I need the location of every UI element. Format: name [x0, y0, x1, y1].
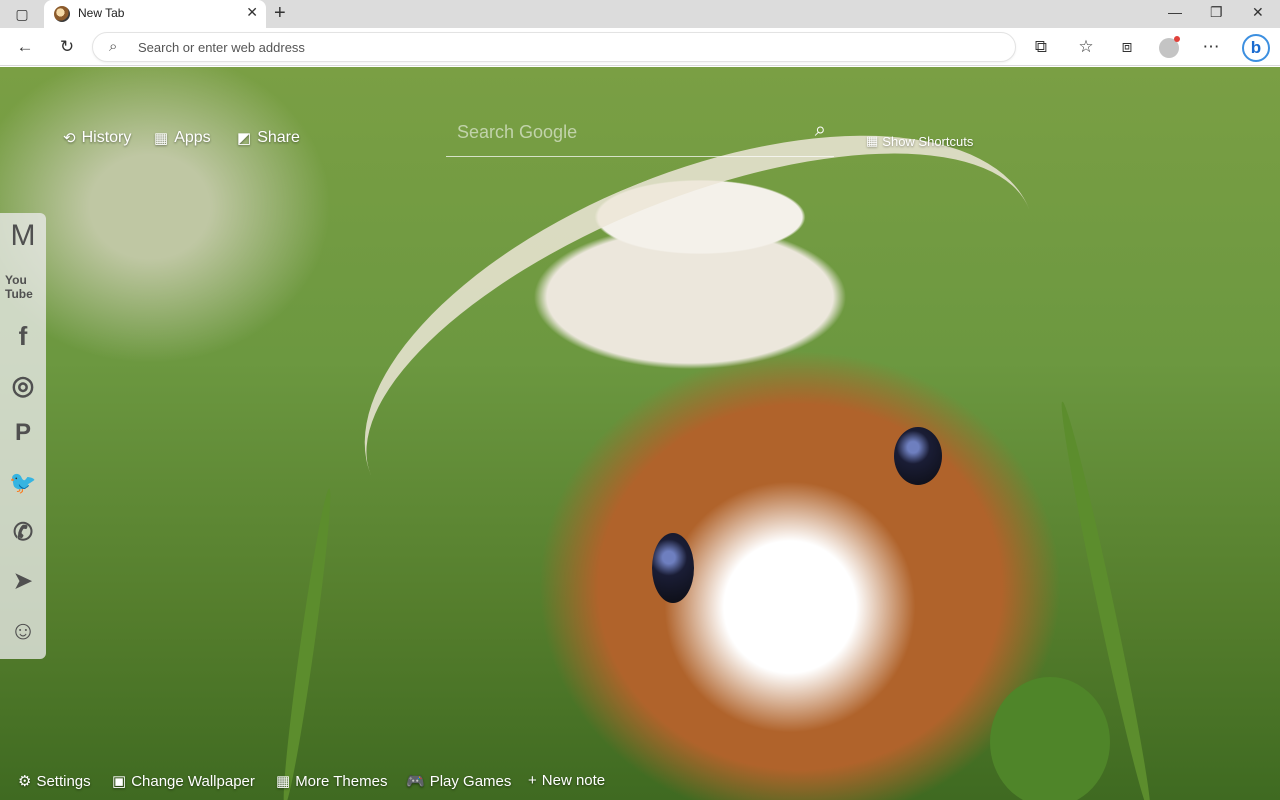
more-themes-label: More Themes: [295, 772, 388, 790]
collections-icon[interactable]: ⧈: [1116, 36, 1138, 58]
apps-grid-icon: ▦: [154, 130, 169, 147]
plus-icon: +: [528, 772, 537, 789]
telegram-icon[interactable]: ➤: [5, 563, 41, 599]
twitter-icon[interactable]: 🐦: [5, 465, 41, 501]
favorites-icon[interactable]: ☆: [1075, 36, 1097, 58]
whatsapp-icon[interactable]: ✆: [5, 514, 41, 550]
share-icon: ◩: [237, 130, 252, 147]
wallpaper-eye-shape: [652, 533, 694, 603]
tab-favicon-icon: [54, 6, 70, 22]
profile-notification-badge: [1174, 36, 1180, 42]
windows-grid-icon: ▦: [866, 133, 879, 148]
address-placeholder: Search or enter web address: [138, 40, 305, 55]
sidebar-toggle-icon[interactable]: ▢: [12, 4, 32, 24]
history-link[interactable]: ⟲ History: [63, 129, 131, 147]
apps-label: Apps: [174, 129, 211, 146]
tab-new-tab[interactable]: New Tab ✕: [44, 0, 266, 28]
reload-icon[interactable]: ↻: [56, 36, 78, 58]
themes-grid-icon: ▦: [276, 773, 291, 790]
wallpaper-grass-blade: [277, 487, 337, 800]
minimize-icon[interactable]: —: [1168, 4, 1182, 20]
apps-link[interactable]: ▦ Apps: [154, 129, 211, 147]
google-search-box[interactable]: Search Google ⌕: [446, 117, 834, 157]
settings-button[interactable]: ⚙ Settings: [18, 772, 91, 791]
tab-strip: ▢ New Tab ✕ + — ❐ ✕: [0, 0, 1280, 28]
search-icon: ⌕: [109, 38, 118, 55]
tab-close-icon[interactable]: ✕: [246, 4, 258, 21]
share-label: Share: [257, 129, 300, 146]
restore-icon[interactable]: ❐: [1210, 4, 1223, 21]
tab-title: New Tab: [78, 6, 125, 20]
new-tab-button[interactable]: +: [274, 2, 286, 25]
play-games-button[interactable]: 🎮 Play Games: [406, 772, 512, 791]
gear-icon: ⚙: [18, 773, 32, 790]
extensions-icon[interactable]: ⧉: [1030, 36, 1052, 58]
gmail-icon[interactable]: M: [5, 218, 41, 254]
settings-label: Settings: [36, 772, 91, 790]
search-icon[interactable]: ⌕: [815, 119, 826, 142]
instagram-icon[interactable]: ◎: [5, 367, 41, 403]
new-note-label: New note: [541, 772, 606, 789]
browser-toolbar: ← ↻ ⌕ Search or enter web address ⧉ ☆ ⧈ …: [0, 28, 1280, 66]
history-label: History: [81, 129, 132, 146]
new-tab-page: ⟲ History ▦ Apps ◩ Share Search Google ⌕…: [0, 67, 1280, 800]
history-icon: ⟲: [63, 130, 76, 147]
more-icon[interactable]: ⋯: [1200, 36, 1222, 58]
youtube-icon[interactable]: You Tube: [5, 269, 41, 305]
show-shortcuts-label: Show Shortcuts: [882, 133, 974, 149]
address-bar[interactable]: ⌕ Search or enter web address: [92, 32, 1016, 62]
reddit-icon[interactable]: ☺: [5, 612, 41, 648]
pinterest-icon[interactable]: P: [5, 415, 41, 451]
new-note-button[interactable]: + New note: [528, 772, 605, 789]
bottom-bar: ⚙ Settings ▣ Change Wallpaper ▦ More The…: [0, 767, 1280, 800]
wallpaper-icon: ▣: [112, 773, 127, 790]
wallpaper-eye-shape: [894, 427, 942, 485]
show-shortcuts-button[interactable]: ▦ Show Shortcuts: [866, 133, 973, 149]
back-icon[interactable]: ←: [14, 36, 36, 58]
gamepad-icon: 🎮: [406, 773, 425, 790]
facebook-icon[interactable]: f: [5, 318, 41, 354]
bing-icon[interactable]: b: [1242, 34, 1270, 62]
more-themes-button[interactable]: ▦ More Themes: [276, 772, 388, 791]
google-search-placeholder: Search Google: [457, 122, 578, 142]
change-wallpaper-button[interactable]: ▣ Change Wallpaper: [112, 772, 255, 791]
change-wallpaper-label: Change Wallpaper: [131, 772, 255, 790]
share-link[interactable]: ◩ Share: [237, 129, 300, 147]
social-sidebar: M You Tube f ◎ P 🐦 ✆ ➤ ☺: [0, 213, 46, 659]
close-icon[interactable]: ✕: [1252, 4, 1264, 21]
play-games-label: Play Games: [429, 772, 512, 790]
